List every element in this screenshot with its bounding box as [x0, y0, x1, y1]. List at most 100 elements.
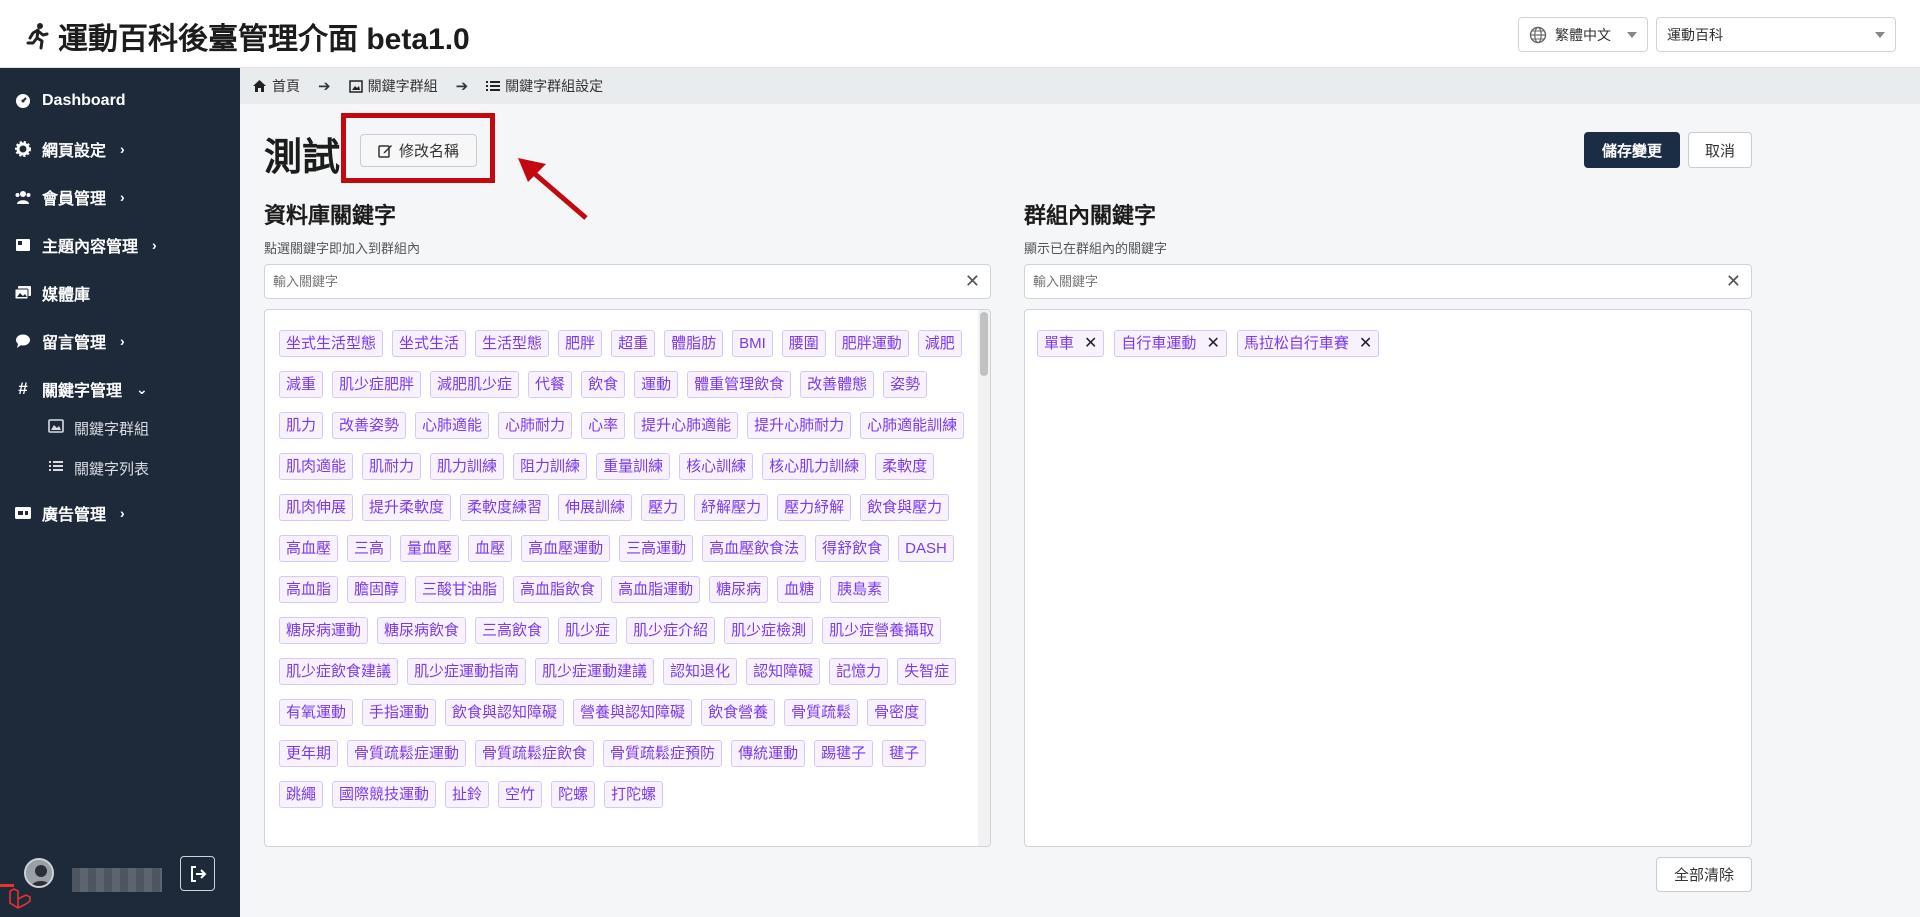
keyword-tag[interactable]: 糖尿病運動	[279, 617, 369, 644]
group-keyword-input[interactable]	[1033, 274, 1680, 289]
keyword-tag[interactable]: 坐式生活型態	[279, 330, 384, 357]
keyword-tag[interactable]: 體重管理飲食	[687, 371, 792, 398]
sidebar-item-dashboard[interactable]: Dashboard	[14, 86, 126, 116]
sidebar-item-media[interactable]: 媒體庫	[14, 278, 90, 308]
keyword-tag[interactable]: 得舒飲食	[815, 535, 890, 562]
keyword-tag[interactable]: 扯鈴	[445, 781, 490, 808]
keyword-tag[interactable]: 三高運動	[619, 535, 694, 562]
keyword-tag[interactable]: 肥胖	[558, 330, 603, 357]
keyword-tag[interactable]: 三高飲食	[475, 617, 550, 644]
sidebar-item-keywords[interactable]: # 關鍵字管理 ⌄	[14, 374, 147, 404]
database-keyword-input[interactable]	[273, 274, 919, 289]
keyword-tag[interactable]: 踢毽子	[814, 740, 874, 767]
keyword-tag[interactable]: 肌少症運動指南	[407, 658, 527, 685]
keyword-tag[interactable]: 肌肉伸展	[279, 494, 354, 521]
keyword-tag[interactable]: 高血壓飲食法	[702, 535, 807, 562]
keyword-tag[interactable]: 壓力紓解	[777, 494, 852, 521]
keyword-tag[interactable]: 骨質疏鬆症預防	[603, 740, 723, 767]
keyword-tag[interactable]: 心肺適能訓練	[860, 412, 965, 439]
keyword-tag[interactable]: 改善體態	[800, 371, 875, 398]
keyword-tag[interactable]: 高血脂飲食	[513, 576, 603, 603]
keyword-tag[interactable]: 紓解壓力	[694, 494, 769, 521]
keyword-tag[interactable]: 糖尿病	[709, 576, 769, 603]
remove-icon[interactable]: ✕	[1206, 334, 1219, 354]
keyword-tag[interactable]: 有氧運動	[279, 699, 354, 726]
keyword-tag[interactable]: 骨質疏鬆症運動	[347, 740, 467, 767]
keyword-tag[interactable]: 陀螺	[551, 781, 596, 808]
keyword-tag[interactable]: 肌少症檢測	[724, 617, 814, 644]
keyword-tag[interactable]: 血糖	[777, 576, 822, 603]
keyword-tag[interactable]: 核心肌力訓練	[762, 453, 867, 480]
keyword-tag[interactable]: 手指運動	[362, 699, 437, 726]
keyword-tag[interactable]: 肌少症運動建議	[535, 658, 655, 685]
keyword-tag[interactable]: 姿勢	[883, 371, 928, 398]
keyword-tag[interactable]: 腰圍	[781, 330, 826, 357]
keyword-tag[interactable]: 改善姿勢	[332, 412, 407, 439]
keyword-tag[interactable]: 營養與認知障礙	[573, 699, 693, 726]
keyword-tag[interactable]: 骨質疏鬆	[784, 699, 859, 726]
keyword-tag[interactable]: 運動	[634, 371, 679, 398]
keyword-tag[interactable]: 更年期	[279, 740, 339, 767]
remove-icon[interactable]: ✕	[1359, 334, 1372, 354]
keyword-tag[interactable]: 血壓	[468, 535, 513, 562]
sidebar-item-comments[interactable]: 留言管理 ›	[14, 326, 125, 356]
keyword-tag[interactable]: 骨密度	[867, 699, 927, 726]
keyword-tag[interactable]: 糖尿病飲食	[377, 617, 467, 644]
keyword-tag[interactable]: 心肺耐力	[498, 412, 573, 439]
logout-button[interactable]	[180, 856, 215, 891]
keyword-tag[interactable]: DASH	[898, 535, 954, 562]
keyword-tag[interactable]: 傳統運動	[731, 740, 806, 767]
keyword-tag[interactable]: 柔軟度	[875, 453, 935, 480]
database-keyword-search[interactable]: ✕	[264, 264, 991, 299]
keyword-tag[interactable]: 阻力訓練	[513, 453, 588, 480]
clear-search-icon[interactable]: ✕	[965, 271, 980, 292]
keyword-tag[interactable]: 伸展訓練	[558, 494, 633, 521]
keyword-tag[interactable]: 三酸甘油脂	[415, 576, 505, 603]
keyword-tag[interactable]: 肌少症肥胖	[332, 371, 422, 398]
group-keyword-search[interactable]: ✕	[1024, 264, 1752, 299]
keyword-tag[interactable]: 肌少症介紹	[626, 617, 716, 644]
sidebar-item-ads[interactable]: 廣告管理 ›	[14, 498, 125, 528]
keyword-tag[interactable]: BMI	[732, 330, 773, 357]
keyword-tag[interactable]: 肥胖運動	[834, 330, 909, 357]
scrollbar[interactable]	[978, 310, 990, 846]
keyword-tag[interactable]: 肌力訓練	[430, 453, 505, 480]
selected-keyword-tag[interactable]: 單車 ✕	[1037, 330, 1105, 357]
language-select[interactable]: 繁體中文	[1518, 17, 1648, 52]
avatar[interactable]	[24, 858, 54, 888]
keyword-tag[interactable]: 柔軟度練習	[460, 494, 550, 521]
keyword-tag[interactable]: 體脂肪	[664, 330, 724, 357]
keyword-tag[interactable]: 認知退化	[663, 658, 738, 685]
keyword-tag[interactable]: 肌少症營養攝取	[822, 617, 942, 644]
keyword-tag[interactable]: 減肥肌少症	[430, 371, 520, 398]
keyword-tag[interactable]: 飲食與壓力	[860, 494, 950, 521]
clear-search-icon[interactable]: ✕	[1726, 271, 1741, 292]
sidebar-item-content[interactable]: 主題內容管理 ›	[14, 230, 157, 260]
keyword-tag[interactable]: 飲食營養	[701, 699, 776, 726]
keyword-tag[interactable]: 毽子	[882, 740, 927, 767]
keyword-tag[interactable]: 提升心肺耐力	[747, 412, 852, 439]
keyword-tag[interactable]: 胰島素	[830, 576, 890, 603]
keyword-tag[interactable]: 國際競技運動	[332, 781, 437, 808]
keyword-tag[interactable]: 高血脂運動	[611, 576, 701, 603]
scrollbar-thumb[interactable]	[980, 312, 988, 376]
sidebar-subitem-keyword-list[interactable]: 關鍵字列表	[48, 455, 149, 481]
rename-button[interactable]: 修改名稱	[360, 134, 477, 167]
site-select[interactable]: 運動百科	[1656, 17, 1896, 52]
keyword-tag[interactable]: 壓力	[641, 494, 686, 521]
keyword-tag[interactable]: 減肥	[917, 330, 962, 357]
keyword-tag[interactable]: 膽固醇	[347, 576, 407, 603]
cancel-button[interactable]: 取消	[1688, 132, 1752, 168]
keyword-tag[interactable]: 骨質疏鬆症飲食	[475, 740, 595, 767]
keyword-tag[interactable]: 量血壓	[400, 535, 460, 562]
keyword-tag[interactable]: 心率	[581, 412, 626, 439]
clear-all-button[interactable]: 全部清除	[1656, 857, 1752, 892]
sidebar-subitem-keyword-groups[interactable]: 關鍵字群組	[48, 415, 149, 441]
keyword-tag[interactable]: 提升心肺適能	[634, 412, 739, 439]
selected-keyword-tag[interactable]: 馬拉松自行車賽 ✕	[1236, 330, 1380, 357]
keyword-tag[interactable]: 高血脂	[279, 576, 339, 603]
keyword-tag[interactable]: 減重	[279, 371, 324, 398]
keyword-tag[interactable]: 高血壓	[279, 535, 339, 562]
keyword-tag[interactable]: 心肺適能	[415, 412, 490, 439]
keyword-tag[interactable]: 打陀螺	[604, 781, 664, 808]
